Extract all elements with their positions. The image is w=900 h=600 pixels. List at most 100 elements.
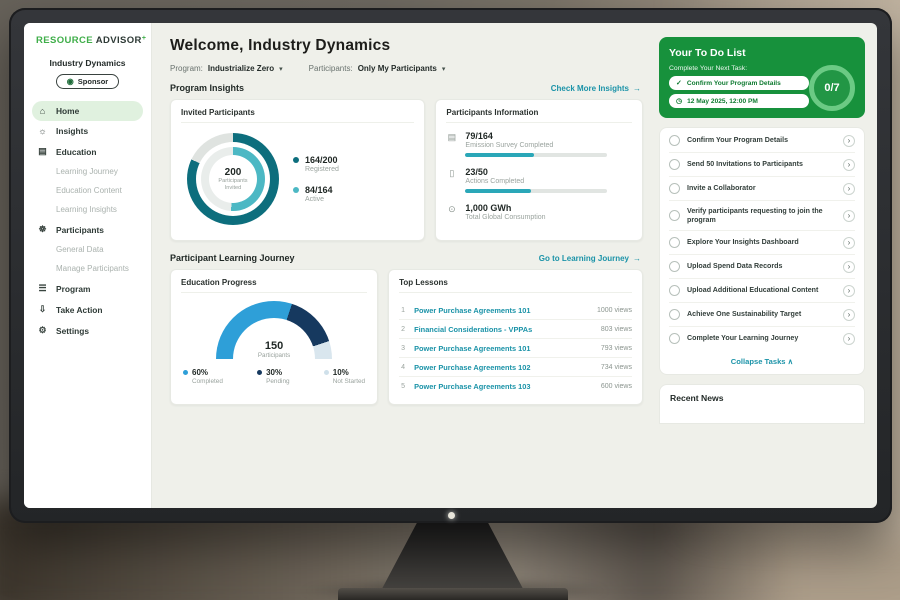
chevron-right-icon[interactable]: › [843,285,855,297]
lesson-rank: 3 [399,345,407,352]
lesson-rank: 2 [399,326,407,333]
sidebar-item-label: Take Action [56,305,103,315]
go-to-learning-journey-link[interactable]: Go to Learning Journey → [539,254,641,263]
task-checkbox[interactable] [669,333,680,344]
sidebar-item-home[interactable]: ⌂ Home [32,101,143,121]
task-checkbox[interactable] [669,159,680,170]
lesson-rank: 1 [399,307,407,314]
sidebar-item-program[interactable]: ☰ Program [24,278,151,299]
sponsor-badge[interactable]: ◉ Sponsor [56,74,119,89]
lesson-link[interactable]: Power Purchase Agreements 101 [414,344,594,353]
sidebar-item-label: Participants [56,225,104,235]
participants-select[interactable]: Participants: Only My Participants ▾ [309,64,446,73]
sidebar-item-insights[interactable]: ☼ Insights [24,121,151,141]
check-more-insights-link[interactable]: Check More Insights → [551,84,641,93]
gauge-center: 150 Participants [216,340,332,359]
lesson-views: 734 views [601,364,632,371]
sidebar-item-manage-participants[interactable]: Manage Participants [24,259,151,278]
collapse-tasks-link[interactable]: Collapse Tasks ∧ [669,350,855,374]
lesson-views: 803 views [601,326,632,333]
link-label: Go to Learning Journey [539,254,629,263]
top-lessons-card: Top Lessons 1 Power Purchase Agreements … [388,269,643,405]
sidebar-item-label: Insights [56,126,88,136]
page-title: Welcome, Industry Dynamics [170,37,643,55]
education-progress-card: Education Progress 150 Participants 60% [170,269,378,405]
filters-row: Program: Industrialize Zero ▾ Participan… [170,64,643,73]
section-title: Participant Learning Journey [170,253,295,263]
chevron-right-icon[interactable]: › [843,135,855,147]
chevron-right-icon[interactable]: › [843,159,855,171]
info-value: 23/50 [465,167,607,177]
task-row[interactable]: Upload Spend Data Records › [669,255,855,279]
task-row[interactable]: Explore Your Insights Dashboard › [669,231,855,255]
program-select[interactable]: Program: Industrialize Zero ▾ [170,64,283,73]
participants-information-card: Participants Information ▤ 79/164 Emissi… [435,99,643,241]
chevron-right-icon[interactable]: › [843,210,855,222]
take-action-icon: ⇩ [37,304,48,315]
task-row[interactable]: Complete Your Learning Journey › [669,327,855,350]
next-task-pill[interactable]: ✓ Confirm Your Program Details [669,76,809,90]
lesson-link[interactable]: Financial Considerations - VPPAs [414,325,594,334]
task-checkbox[interactable] [669,261,680,272]
task-row[interactable]: Invite a Collaborator › [669,177,855,201]
chevron-right-icon[interactable]: › [843,237,855,249]
sidebar-item-learning-insights[interactable]: Learning Insights [24,200,151,219]
card-title: Invited Participants [181,108,414,123]
lesson-link[interactable]: Power Purchase Agreements 102 [414,363,594,372]
info-row-survey: ▤ 79/164 Emission Survey Completed [446,131,632,157]
donut-value: 200 [225,167,242,178]
chevron-down-icon: ▾ [442,65,446,73]
sidebar-item-label: Learning Insights [56,205,117,214]
learning-journey-header: Participant Learning Journey Go to Learn… [170,253,641,263]
task-row[interactable]: Achieve One Sustainability Target › [669,303,855,327]
lesson-views: 793 views [601,345,632,352]
app-logo: RESOURCE ADVISOR+ [24,35,151,46]
program-label: Program: [170,64,203,73]
sponsor-label: Sponsor [78,77,108,86]
recent-news-title: Recent News [670,393,854,403]
info-label: Total Global Consumption [465,214,545,221]
task-checkbox[interactable] [669,237,680,248]
link-label: Check More Insights [551,84,629,93]
lesson-rank: 5 [399,383,407,390]
legend-label: Not Started [333,378,365,385]
sidebar-item-settings[interactable]: ⚙ Settings [24,320,151,341]
task-row[interactable]: Send 50 Invitations to Participants › [669,153,855,177]
chevron-right-icon[interactable]: › [843,261,855,273]
sidebar-item-label: Settings [56,326,89,336]
lesson-link[interactable]: Power Purchase Agreements 101 [414,306,590,315]
recent-news-card: Recent News [659,384,865,424]
lesson-row: 3 Power Purchase Agreements 101 793 view… [399,339,632,358]
sidebar-item-take-action[interactable]: ⇩ Take Action [24,299,151,320]
lesson-link[interactable]: Power Purchase Agreements 103 [414,382,594,391]
info-value: 79/164 [465,131,607,141]
sidebar-item-general-data[interactable]: General Data [24,240,151,259]
survey-progress-bar [465,153,607,157]
task-row[interactable]: Confirm Your Program Details › [669,129,855,153]
sidebar-item-participants[interactable]: ☸ Participants [24,219,151,240]
task-row[interactable]: Verify participants requesting to join t… [669,201,855,231]
gauge-value: 150 [216,340,332,352]
chevron-right-icon[interactable]: › [843,333,855,345]
legend-registered: 164/200 Registered [293,155,339,173]
sidebar-item-education[interactable]: ▤ Education [24,141,151,162]
task-checkbox[interactable] [669,210,680,221]
main-content: Welcome, Industry Dynamics Program: Indu… [152,23,655,508]
lesson-row: 1 Power Purchase Agreements 101 1000 vie… [399,301,632,320]
chevron-right-icon[interactable]: › [843,183,855,195]
sidebar-item-learning-journey[interactable]: Learning Journey [24,162,151,181]
task-row[interactable]: Upload Additional Educational Content › [669,279,855,303]
task-checkbox[interactable] [669,183,680,194]
desk-scene: RESOURCE ADVISOR+ Industry Dynamics ◉ Sp… [0,0,900,600]
donut-legend: 164/200 Registered 84/164 Active [293,155,339,203]
task-checkbox[interactable] [669,135,680,146]
chevron-right-icon[interactable]: › [843,309,855,321]
task-checkbox[interactable] [669,285,680,296]
clock-icon: ◷ [676,97,682,105]
task-checkbox[interactable] [669,309,680,320]
sidebar-item-education-content[interactable]: Education Content [24,181,151,200]
learning-cards-row: Education Progress 150 Participants 60% [170,269,643,405]
todo-summary-card: Your To Do List Complete Your Next Task:… [659,37,865,118]
screen: RESOURCE ADVISOR+ Industry Dynamics ◉ Sp… [24,23,877,508]
sidebar: RESOURCE ADVISOR+ Industry Dynamics ◉ Sp… [24,23,152,508]
